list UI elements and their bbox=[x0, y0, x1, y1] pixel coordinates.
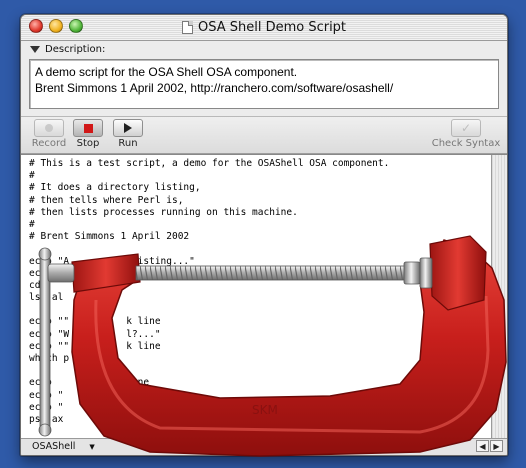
code-line: echo " bbox=[29, 389, 64, 401]
script-window: OSA Shell Demo Script Description: A dem… bbox=[20, 14, 508, 456]
code-line: echo "" k line bbox=[29, 316, 161, 328]
code-line: # then lists processes running on this m… bbox=[29, 206, 298, 218]
code-line: echo " bbox=[29, 401, 64, 413]
code-line: echo bbox=[29, 267, 52, 279]
stop-icon bbox=[83, 123, 93, 133]
document-icon[interactable] bbox=[181, 21, 193, 34]
check-syntax-label: Check Syntax bbox=[431, 138, 501, 149]
description-line: A demo script for the OSA Shell OSA comp… bbox=[35, 65, 298, 79]
code-line: which p bbox=[29, 353, 70, 364]
language-popup[interactable]: OSAShell ▼ bbox=[25, 440, 97, 453]
horizontal-scroll-arrows[interactable]: ◀ ▶ bbox=[476, 440, 503, 452]
description-disclosure[interactable]: Description: bbox=[21, 41, 507, 57]
window-title: OSA Shell Demo Script bbox=[197, 20, 347, 35]
play-icon bbox=[124, 123, 132, 133]
code-line: # then tells where Perl is, bbox=[29, 194, 184, 206]
description-field[interactable]: A demo script for the OSA Shell OSA comp… bbox=[29, 59, 499, 109]
stop-button[interactable]: Stop bbox=[66, 119, 110, 149]
stop-label: Stop bbox=[76, 138, 100, 149]
code-line: ps -ax bbox=[29, 413, 64, 425]
check-syntax-button[interactable]: ✓ Check Syntax bbox=[431, 119, 501, 149]
popup-arrow-icon: ▼ bbox=[89, 442, 95, 451]
code-line: echo line bbox=[29, 377, 150, 389]
record-button[interactable]: Record bbox=[27, 119, 71, 149]
disclosure-triangle-icon[interactable] bbox=[30, 45, 40, 53]
script-editor[interactable]: # This is a test script, a demo for the … bbox=[21, 154, 507, 439]
code-line: # bbox=[29, 170, 35, 182]
title-bar[interactable]: OSA Shell Demo Script bbox=[21, 15, 507, 41]
code-line: cd bbox=[29, 279, 41, 291]
toolbar: Record Stop Run ✓ Check Syntax bbox=[21, 116, 507, 154]
checkmark-icon: ✓ bbox=[460, 121, 472, 135]
status-bar: OSAShell ▼ ◀ ▶ bbox=[21, 438, 507, 455]
scroll-right-icon[interactable]: ▶ bbox=[490, 440, 503, 452]
description-line: Brent Simmons 1 April 2002, http://ranch… bbox=[35, 81, 394, 95]
scroll-left-icon[interactable]: ◀ bbox=[476, 440, 489, 452]
code-line: # It does a directory listing, bbox=[29, 182, 201, 194]
code-line: # This is a test script, a demo for the … bbox=[29, 158, 390, 169]
code-line: echo "W l?..." bbox=[29, 328, 161, 340]
code-line: echo "" k line bbox=[29, 340, 161, 352]
record-icon bbox=[45, 124, 53, 132]
code-line: # Brent Simmons 1 April 2002 bbox=[29, 231, 190, 243]
code-line: # bbox=[29, 218, 35, 230]
code-line: echo "A listing..." bbox=[29, 255, 195, 267]
record-label: Record bbox=[31, 138, 67, 149]
description-label: Description: bbox=[45, 43, 106, 55]
vertical-scrollbar[interactable] bbox=[491, 155, 507, 439]
language-label: OSAShell bbox=[32, 441, 76, 452]
run-label: Run bbox=[118, 138, 138, 149]
script-text[interactable]: # This is a test script, a demo for the … bbox=[29, 158, 489, 426]
code-line: ls -al bbox=[29, 292, 64, 304]
run-button[interactable]: Run bbox=[106, 119, 150, 149]
